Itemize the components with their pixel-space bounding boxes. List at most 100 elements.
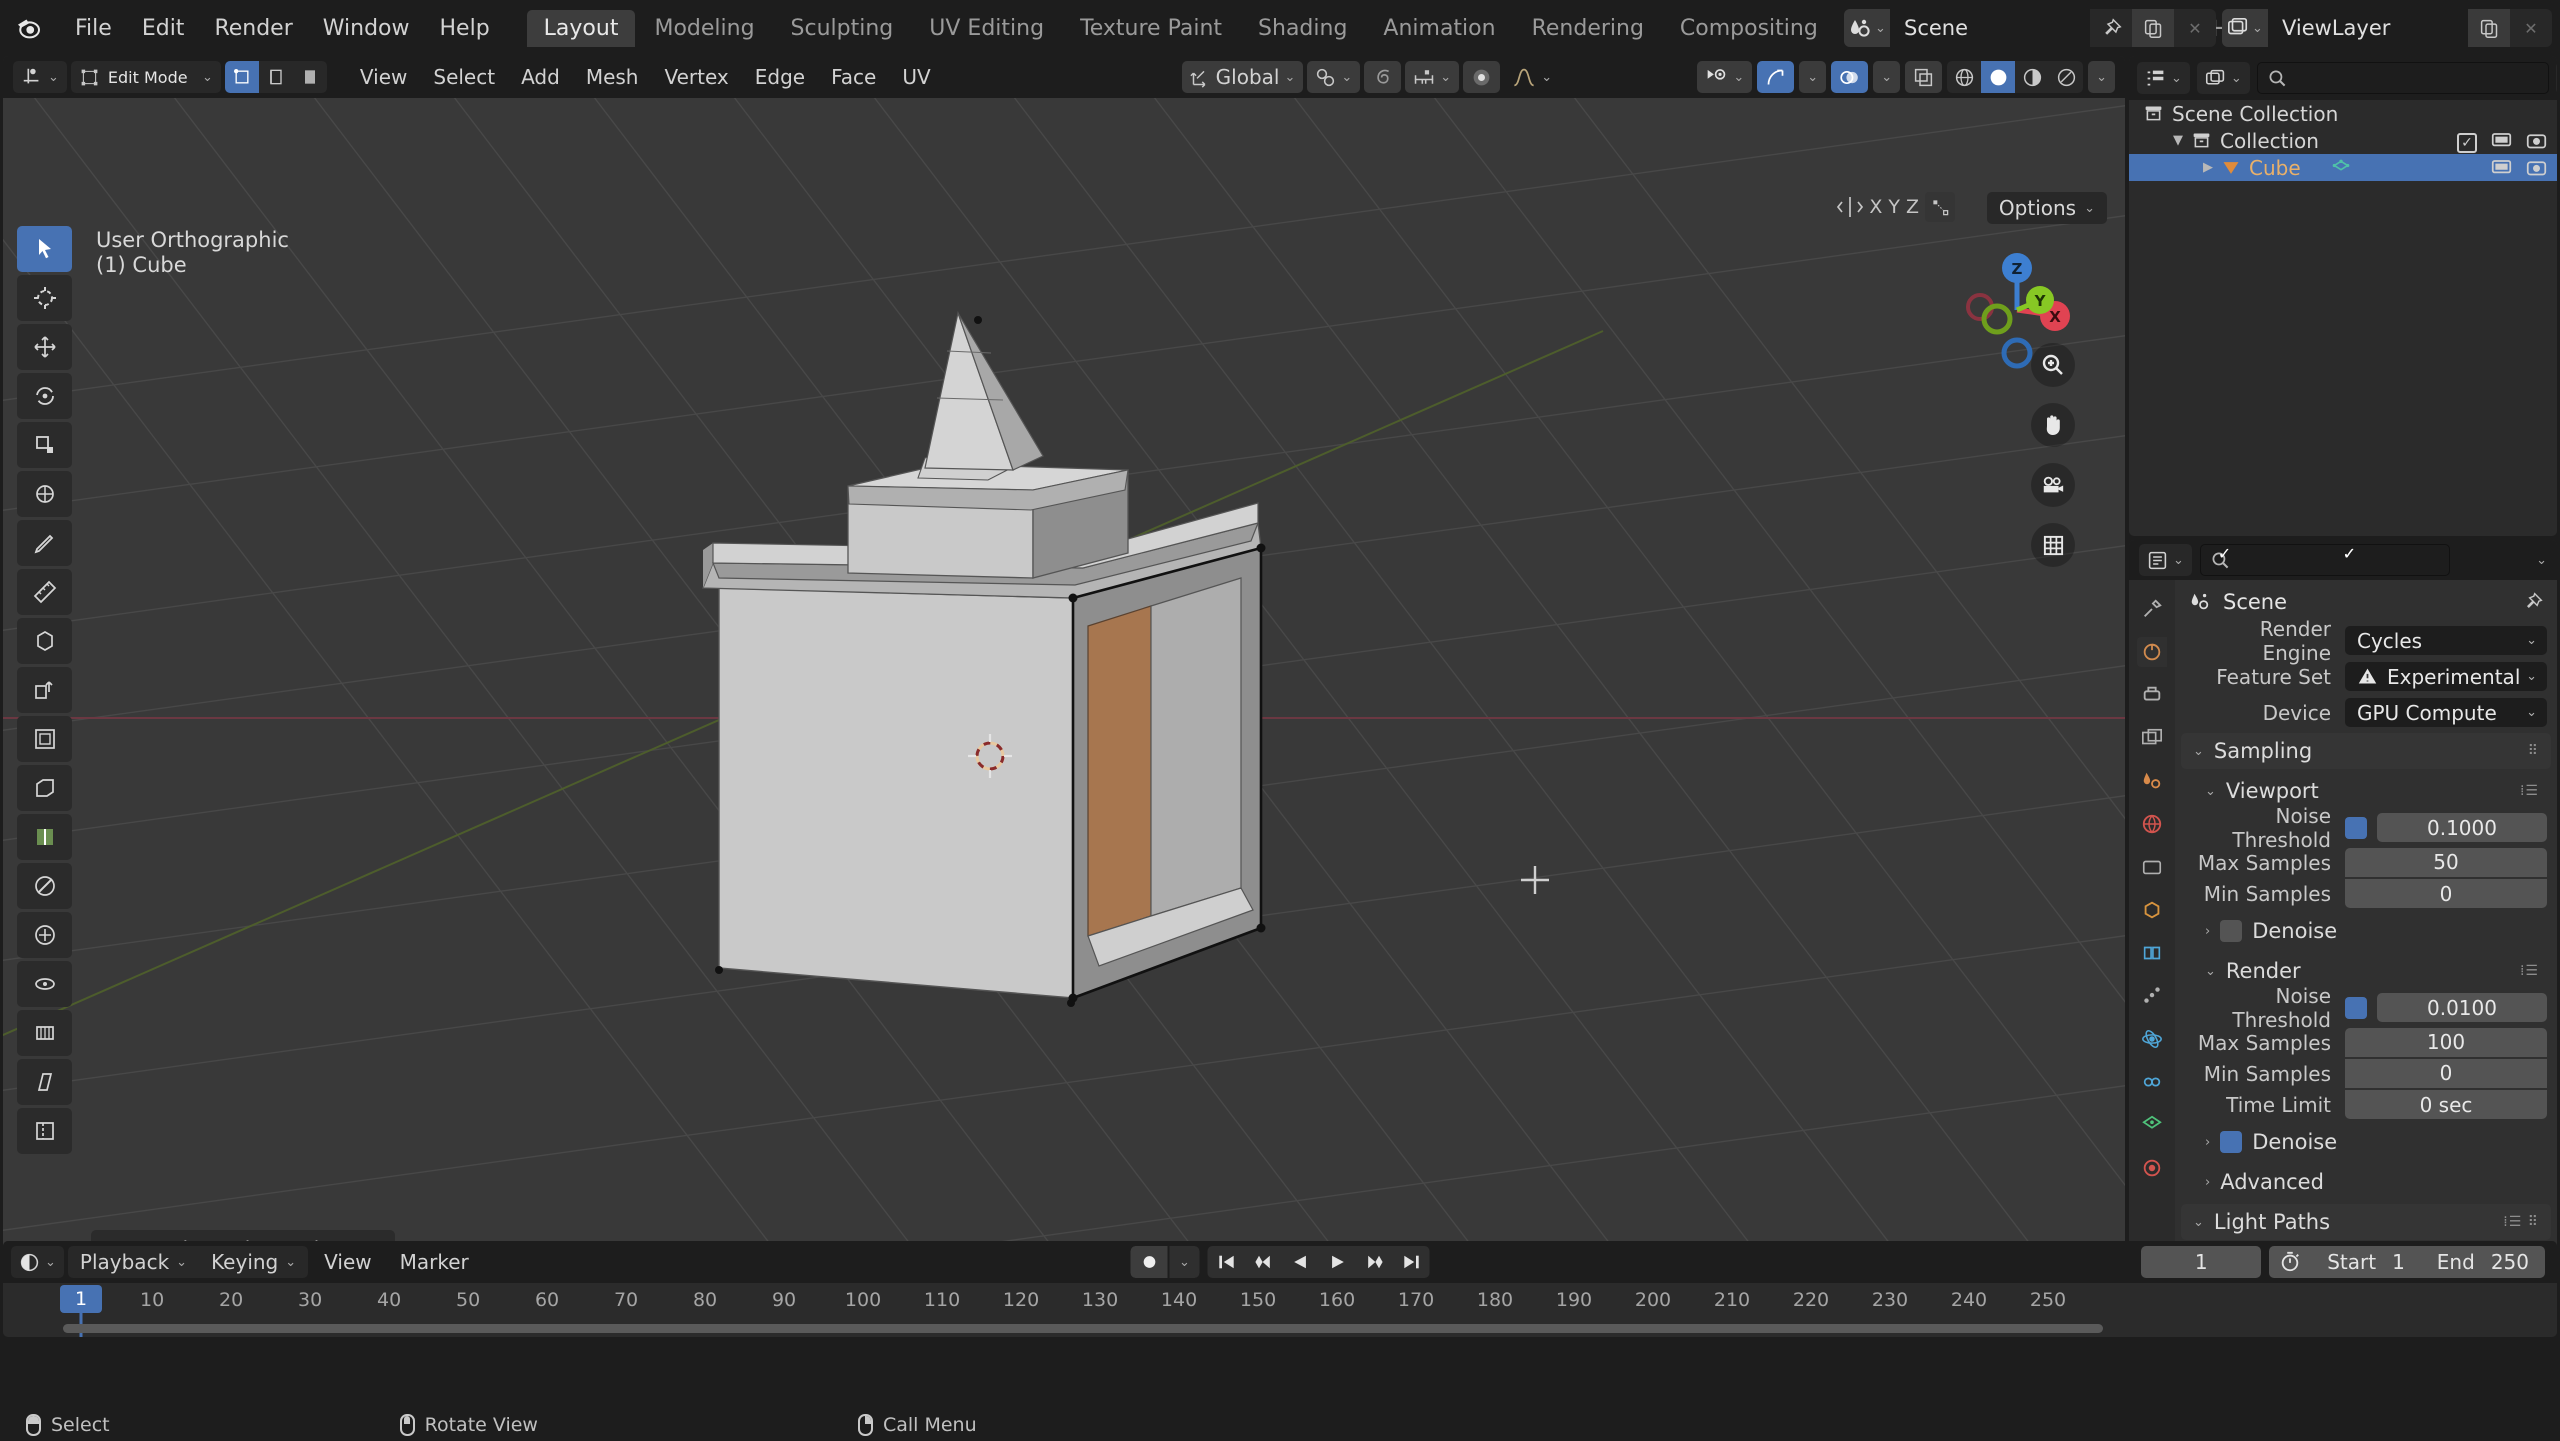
tab-material[interactable] [2137,1153,2167,1183]
timeline-playhead[interactable]: 1 [60,1285,102,1313]
workspace-tab-modeling[interactable]: Modeling [637,10,771,47]
delete-viewlayer-button[interactable]: ✕ [2510,9,2552,47]
new-viewlayer-button[interactable] [2468,9,2510,47]
outliner-search-box[interactable] [2256,62,2549,94]
visibility-selector[interactable]: ⌄ [1697,61,1753,93]
preset-list-icon[interactable]: ⁞☰ [2520,783,2539,799]
axis-z-button[interactable]: Z [1906,196,1919,218]
toggle-ortho-icon[interactable] [2031,523,2075,567]
hide-in-viewport-icon[interactable] [2491,132,2512,150]
viewport-canvas[interactable]: User Orthographic (1) Cube X Y Z Options… [3,98,2125,1294]
tool-add-cube-icon[interactable] [17,618,72,664]
panel-drag-handle[interactable]: ⠿ [2528,743,2539,759]
editor-type-button[interactable]: ⌄ [13,61,67,93]
viewlayer-selector[interactable]: ⌄ ViewLayer ✕ [2222,9,2552,47]
proportional-editing-toggle[interactable] [1364,61,1402,93]
snap-to-button[interactable]: ⌄ [1307,61,1361,93]
xray-toggle[interactable] [1905,61,1943,93]
mode-selector[interactable]: Edit Mode ⌄ [70,61,221,93]
workspace-tab-uv-editing[interactable]: UV Editing [912,10,1061,47]
tab-physics[interactable] [2137,1024,2167,1054]
viewport-options-button[interactable]: Options ⌄ [1986,192,2107,224]
scene-name[interactable]: Scene [1890,9,2090,47]
advanced-header[interactable]: › Advanced [2193,1164,2551,1200]
top-menu-edit[interactable]: Edit [127,12,200,45]
timeline-view-menu[interactable]: View [312,1246,383,1278]
edge-select-mode-icon[interactable] [258,61,293,93]
viewport-menu-face[interactable]: Face [818,61,889,93]
falloff-curve-button[interactable]: ⌄ [1504,61,1560,93]
pin-properties-icon[interactable] [2523,592,2543,612]
scene-icon[interactable]: ⌄ [1844,9,1890,47]
viewport-menu-uv[interactable]: UV [889,61,943,93]
end-frame-field[interactable]: End 250 [2420,1246,2545,1278]
viewlayer-name[interactable]: ViewLayer [2268,9,2468,47]
tab-modifiers[interactable] [2137,938,2167,968]
tool-poly-build-icon[interactable] [17,912,72,958]
tool-knife-icon[interactable] [17,863,72,909]
scene-selector[interactable]: ⌄ Scene ✕ [1844,9,2216,47]
outliner-row-collection[interactable]: ▼ Collection ✓ [2129,127,2557,154]
tool-annotate-icon[interactable] [17,520,72,566]
tool-move-icon[interactable] [17,324,72,370]
current-frame-field[interactable]: 1 [2141,1246,2262,1278]
workspace-tab-layout[interactable]: Layout [526,9,636,47]
workspace-tab-shading[interactable]: Shading [1241,10,1364,47]
tool-spin-icon[interactable] [17,961,72,1007]
tool-shear-icon[interactable] [17,1059,72,1105]
vertex-select-mode-icon[interactable] [224,61,259,93]
zoom-icon[interactable] [2031,343,2075,387]
tab-render[interactable] [2137,637,2167,667]
wireframe-shading-icon[interactable] [1947,61,1982,93]
axis-y-button[interactable]: Y [1888,196,1900,218]
viewport-menu-add[interactable]: Add [508,61,573,93]
preset-list-icon[interactable]: ⁞☰ ⠿ [2503,1214,2539,1230]
disclosure-triangle-icon[interactable]: ▼ [2173,133,2183,148]
overlay-options-button[interactable]: ⌄ [1873,61,1901,93]
topology-mirror-icon[interactable] [1925,192,1955,222]
tab-tool[interactable] [2137,594,2167,624]
sampling-panel-header[interactable]: ⌄ Sampling ⠿ [2181,733,2551,769]
workspace-tab-compositing[interactable]: Compositing [1663,10,1835,47]
render-time-limit-field[interactable]: 0 sec [2345,1090,2547,1119]
tab-collection[interactable] [2137,852,2167,882]
outliner-row-cube[interactable]: ▶ Cube [2129,154,2557,181]
top-menu-render[interactable]: Render [199,12,307,45]
viewport-max-samples-field[interactable]: 50 [2345,847,2547,877]
blender-logo-icon[interactable] [14,13,44,43]
tab-world[interactable] [2137,809,2167,839]
viewport-noise-threshold-checkbox[interactable]: ✓ [2343,546,2367,839]
viewport-menu-mesh[interactable]: Mesh [573,61,652,93]
viewport-menu-select[interactable]: Select [420,61,508,93]
outliner-display-mode-button[interactable]: ⌄ [2196,62,2250,94]
tool-cursor-icon[interactable] [17,275,72,321]
tab-data[interactable] [2137,1110,2167,1140]
tool-extrude-icon[interactable] [17,667,72,713]
timeline-scrollbar[interactable] [63,1324,2103,1333]
outliner-filter-button[interactable]: ⌄ [2555,62,2557,94]
top-menu-file[interactable]: File [60,12,127,45]
viewport-denoise-header[interactable]: › Denoise [2193,913,2551,949]
rendered-shading-icon[interactable] [2049,61,2084,93]
tool-inset-icon[interactable] [17,716,72,762]
render-noise-threshold-checkbox[interactable]: ✓ [2343,546,2367,1019]
tool-measure-icon[interactable] [17,569,72,615]
proportional-size-button[interactable]: ⌄ [1405,61,1460,93]
tool-rotate-icon[interactable] [17,373,72,419]
timeline-marker-menu[interactable]: Marker [388,1246,481,1278]
render-denoise-checkbox[interactable]: ✓ [2218,546,2243,1153]
shading-options-button[interactable]: ⌄ [2088,61,2115,93]
playback-menu[interactable]: Playback ⌄ [68,1246,199,1278]
jump-to-end-button[interactable] [1393,1246,1430,1278]
tool-loopcut-icon[interactable] [17,814,72,860]
timeline-editor-type-button[interactable]: ⌄ [11,1246,64,1278]
tab-particles[interactable] [2137,981,2167,1011]
delete-scene-button[interactable]: ✕ [2174,9,2216,47]
mesh-select-mode-group[interactable] [224,61,327,93]
new-scene-button[interactable] [2132,9,2174,47]
disable-in-render-icon[interactable] [2526,158,2547,177]
gizmo-options-button[interactable]: ⌄ [1799,61,1827,93]
property-dropdown-render-engine[interactable]: Cycles ⌄ [2345,626,2547,655]
workspace-tab-texture-paint[interactable]: Texture Paint [1063,10,1239,47]
workspace-tab-rendering[interactable]: Rendering [1515,10,1661,47]
